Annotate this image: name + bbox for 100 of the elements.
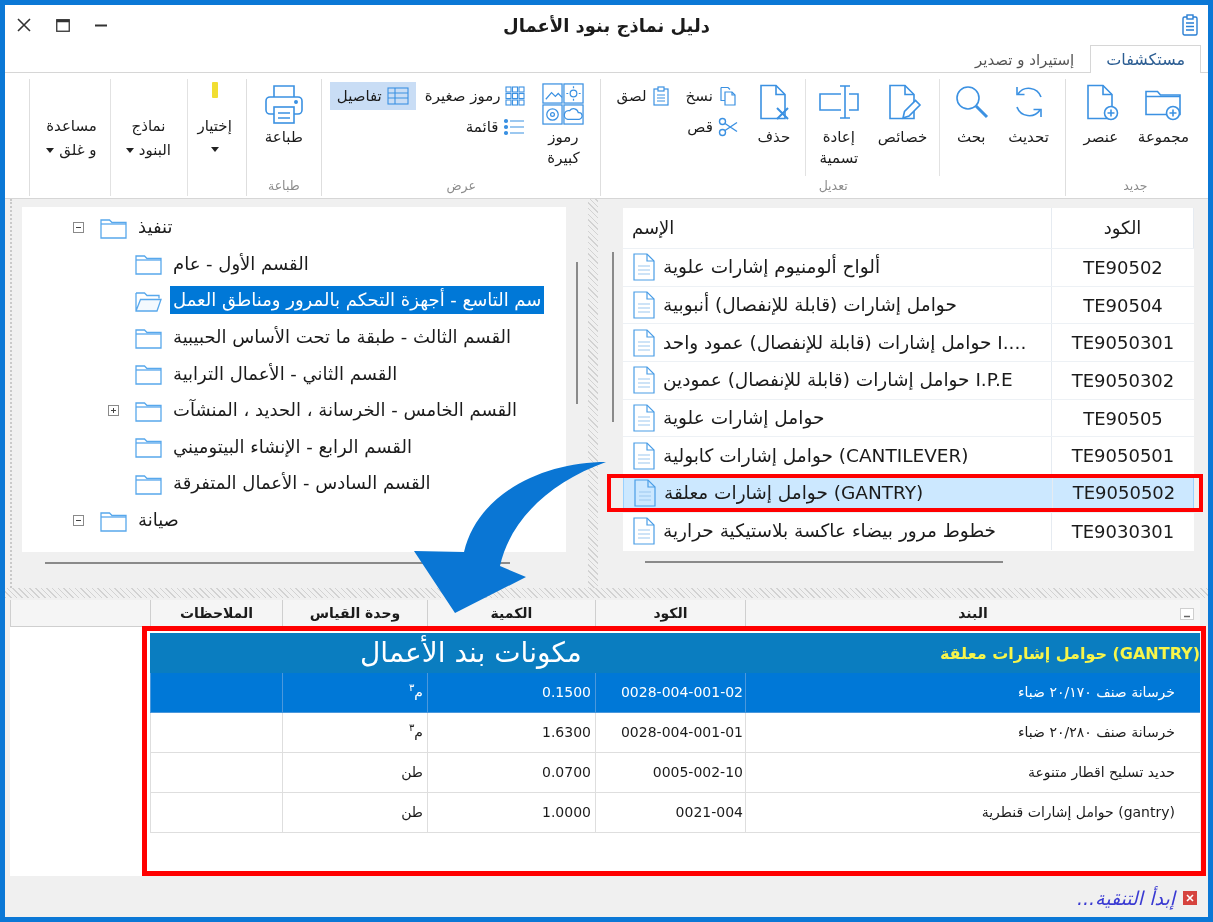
table-cell: 0028-004-001-01 <box>595 713 745 753</box>
table-icon <box>386 87 409 105</box>
item-name: حوامل إشارات علوية <box>663 406 825 431</box>
close-icon <box>17 18 31 32</box>
ribbon-button[interactable]: قائمة <box>417 113 533 141</box>
item-code: TE9050302 <box>1071 369 1175 391</box>
tree-item[interactable]: القسم الخامس - الخرسانة ، الحديد ، المنشآت <box>170 396 521 425</box>
item-name: خطوط مرور بيضاء عاكسة بلاستيكية حرارية <box>663 519 997 544</box>
group-label: جديد <box>1122 177 1149 195</box>
list-icon <box>503 117 526 137</box>
item-name: (CANTILEVER) حوامل إشارات كابولية <box>663 443 969 468</box>
ribbon-button[interactable]: لصق <box>609 82 677 110</box>
item-name: (GANTRY) حوامل إشارات معلقة <box>664 480 924 505</box>
ribbon-button[interactable]: رموز صغيرة <box>417 82 533 110</box>
caret-icon <box>46 148 55 153</box>
table-cell: طن <box>282 753 427 793</box>
vertical-scrollbar[interactable] <box>576 262 578 404</box>
item-code: TE9050501 <box>1071 445 1175 467</box>
table-cell: خرسانة صنف ٢٠/١٧٠ ضباء <box>745 673 1200 713</box>
text-cursor-icon <box>817 83 860 121</box>
column-header[interactable]: الملاحظات <box>150 600 282 626</box>
tree-item[interactable]: صيانة <box>135 506 182 535</box>
collapse-icon[interactable] <box>72 221 84 233</box>
window-title: دليل نماذج بنود الأعمال <box>503 14 710 36</box>
item-name: ألواح ألومنيوم إشارات علوية <box>663 255 881 280</box>
marker-icon <box>211 82 218 98</box>
document-icon <box>633 517 655 546</box>
group-label: طباعة <box>266 177 301 195</box>
horizontal-scrollbar[interactable] <box>645 561 1003 563</box>
group-label: عرض <box>445 177 477 196</box>
close-icon[interactable] <box>1183 890 1197 905</box>
annotation-label: مكونات بند الأعمال <box>360 635 582 671</box>
column-header[interactable]: الكود <box>1052 208 1194 248</box>
tree-item[interactable]: القسم الأول - عام <box>170 249 312 278</box>
column-header[interactable]: البند <box>745 600 1200 626</box>
document-icon <box>633 291 655 320</box>
clipboard-icon <box>651 86 670 106</box>
ribbon-button[interactable]: تفاصيل <box>329 82 416 110</box>
expand-icon[interactable] <box>107 404 119 416</box>
item-code: TE9030301 <box>1071 520 1175 542</box>
table-cell: 1.0000 <box>427 793 595 833</box>
folder-icon <box>135 252 162 276</box>
tree-item[interactable]: القسم الثاني - الأعمال الترابية <box>170 359 401 388</box>
dropdown-button[interactable]: مساعدة و غلق <box>37 79 106 165</box>
collapse-icon[interactable] <box>72 514 84 526</box>
caret-icon <box>210 147 219 152</box>
document-icon <box>633 404 655 433</box>
ribbon-tab[interactable]: مستكشفات <box>1090 45 1201 73</box>
dropdown-button[interactable]: نماذج البنود <box>114 79 183 165</box>
ribbon-button[interactable]: إعادة تسمية <box>809 79 868 170</box>
document-icon <box>633 441 655 470</box>
large-tiles-icon <box>542 83 585 125</box>
item-code: TE90505 <box>1083 407 1163 429</box>
item-code: TE9050301 <box>1071 332 1175 354</box>
ribbon-button[interactable]: رموز كبيرة <box>534 79 593 170</box>
tree-item[interactable]: سم التاسع - أجهزة التحكم بالمرور ومناطق العمل <box>170 286 545 315</box>
document-icon <box>634 478 656 507</box>
column-header[interactable]: الكود <box>595 600 745 626</box>
tree-item[interactable]: القسم الثالث - طبقة ما تحت الأساس الحبيبية <box>170 323 514 352</box>
folder-icon <box>135 435 162 459</box>
ribbon-button[interactable]: تحديث <box>1000 79 1057 149</box>
horizontal-splitter[interactable] <box>5 588 1208 598</box>
table-cell: م$^{٣}$ <box>282 673 427 713</box>
printer-icon <box>262 83 305 125</box>
ribbon-button[interactable]: حذف <box>746 79 801 149</box>
tree-item[interactable]: القسم السادس - الأعمال المتفرقة <box>170 469 434 498</box>
table-cell: (gantry) حوامل إشارات قنطرية <box>745 793 1200 833</box>
document-icon <box>633 253 655 282</box>
table-cell: حديد تسليح اقطار متنوعة <box>745 753 1200 793</box>
grid-icon <box>505 86 526 106</box>
column-header[interactable]: الإسم <box>623 208 1052 248</box>
item-name: حوامل إشارات (قابلة للإنفصال) أنبوبية <box>663 293 957 318</box>
copy-icon <box>717 86 738 106</box>
ribbon-tab[interactable]: إستيراد و تصدير <box>959 45 1091 73</box>
table-cell: 0028-004-001-02 <box>595 673 745 713</box>
group-label: تعديل <box>817 177 849 195</box>
ribbon-button[interactable]: خصائص <box>869 79 936 149</box>
document-icon <box>633 366 655 395</box>
ribbon-button[interactable]: عنصر <box>1073 79 1128 149</box>
ribbon-button[interactable]: نسخ <box>678 82 745 110</box>
tree-item[interactable]: تنفيذ <box>135 213 176 242</box>
vertical-scrollbar[interactable] <box>612 252 614 422</box>
ribbon-button[interactable]: قص <box>678 113 745 141</box>
scissors-icon <box>717 117 738 137</box>
maximize-icon <box>56 18 70 32</box>
folder-icon <box>135 289 162 312</box>
tree-item[interactable]: القسم الرابع - الإنشاء البيتوميني <box>170 432 415 461</box>
minimize-icon <box>95 23 107 27</box>
item-name: ....I حوامل إشارات (قابلة للإنفصال) عمود واحد <box>663 330 1027 355</box>
table-cell: 0.1500 <box>427 673 595 713</box>
filter-link[interactable]: إبدأ التنقية... <box>1076 886 1175 909</box>
column-header[interactable]: وحدة القياس <box>282 600 427 626</box>
table-cell: 0.0700 <box>427 753 595 793</box>
ribbon-button[interactable]: بحث <box>944 79 999 149</box>
table-cell: 0005-002-10 <box>595 753 745 793</box>
item-code: TE9050502 <box>1072 482 1176 504</box>
item-code: TE90502 <box>1083 256 1163 278</box>
ribbon-button[interactable]: طباعة <box>254 79 313 149</box>
ribbon-button[interactable]: مجموعة <box>1129 79 1197 149</box>
split-button[interactable]: إختيار <box>191 79 238 155</box>
